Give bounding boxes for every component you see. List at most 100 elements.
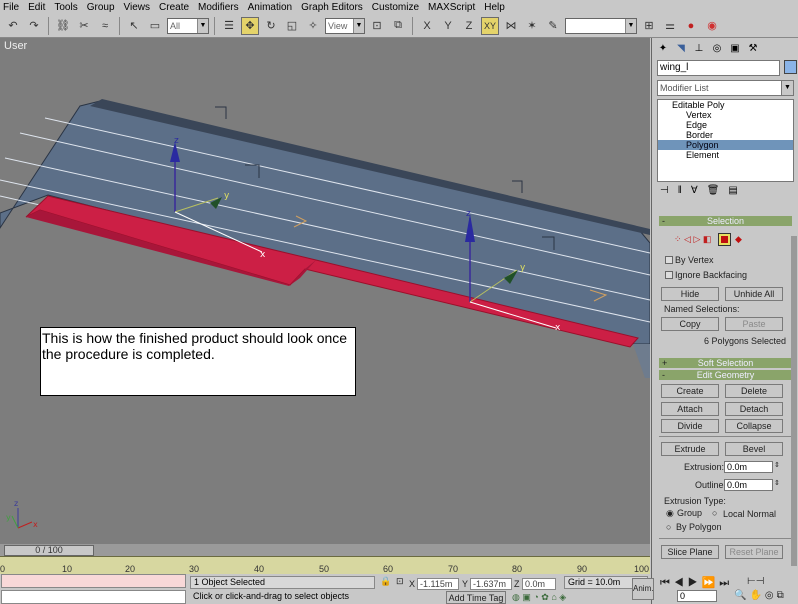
align-icon[interactable]: ⚌ xyxy=(661,17,679,35)
object-name-field[interactable]: wing_l xyxy=(657,60,780,76)
viewport-shading-icons[interactable]: ◍ ▣ ◔ ✿ ⌂ ◈ xyxy=(512,592,566,603)
select-and-rotate-icon[interactable]: ↻ xyxy=(262,17,280,35)
edit-geometry-rollout-header[interactable]: - Edit Geometry xyxy=(659,370,792,380)
configure-sets-icon[interactable]: ▤ xyxy=(728,185,737,196)
outline-spinner[interactable]: 0.0m xyxy=(724,479,773,491)
axis-x-icon[interactable]: X xyxy=(418,17,436,35)
lock-selection-icon[interactable]: 🔒 xyxy=(380,576,391,587)
axis-y-icon[interactable]: Y xyxy=(439,17,457,35)
axis-z-icon[interactable]: Z xyxy=(460,17,478,35)
auto-key-button[interactable]: Anim. xyxy=(632,578,654,600)
select-and-move-icon[interactable]: ✥ xyxy=(241,16,259,35)
hierarchy-tab-icon[interactable]: ⊥ xyxy=(692,41,706,55)
show-end-result-icon[interactable]: ‖ xyxy=(678,185,682,196)
command-panel-scrollbar[interactable] xyxy=(791,236,797,566)
select-and-manipulate-icon[interactable]: ✧ xyxy=(304,17,322,35)
playback-controls[interactable]: ⏮◀▶⏩⏭ xyxy=(660,576,733,590)
key-mode-icon[interactable]: ⊢⊣ xyxy=(747,576,764,587)
menu-views[interactable]: Views xyxy=(124,2,151,13)
stack-item-editable-poly[interactable]: Editable Poly xyxy=(658,100,793,110)
soft-selection-rollout-header[interactable]: + Soft Selection xyxy=(659,358,792,368)
select-by-name-icon[interactable]: ☰ xyxy=(220,17,238,35)
create-tab-icon[interactable]: ✦ xyxy=(656,41,670,55)
create-button[interactable]: Create xyxy=(661,384,719,398)
menu-animation[interactable]: Animation xyxy=(248,2,292,13)
attach-button[interactable]: Attach xyxy=(661,402,719,416)
select-object-icon[interactable]: ↖ xyxy=(125,17,143,35)
remove-modifier-icon[interactable]: 🗑 xyxy=(707,185,720,196)
stack-item-vertex[interactable]: Vertex xyxy=(658,110,793,120)
current-frame-field[interactable]: 0 xyxy=(677,590,717,602)
render-scene-icon[interactable]: ◉ xyxy=(703,17,721,35)
axis-xy-icon[interactable]: XY xyxy=(481,16,499,35)
menu-customize[interactable]: Customize xyxy=(372,2,419,13)
local-normal-radio[interactable]: ○ xyxy=(712,508,717,518)
maxscript-listener-mini[interactable] xyxy=(1,574,186,588)
absolute-mode-icon[interactable]: ⊡ xyxy=(396,576,404,587)
mirror-icon[interactable]: ⧉ xyxy=(389,17,407,35)
display-tab-icon[interactable]: ▣ xyxy=(728,41,742,55)
z-coord-field[interactable]: 0.0m xyxy=(522,578,556,590)
track-ruler[interactable]: 0 10 20 30 40 50 60 70 80 90 100 xyxy=(0,556,650,574)
stack-item-polygon[interactable]: Polygon xyxy=(658,140,793,150)
collapse-button[interactable]: Collapse xyxy=(725,419,783,433)
material-editor-icon[interactable]: ● xyxy=(682,17,700,35)
x-coord-field[interactable]: -1.115m xyxy=(417,578,459,590)
menu-help[interactable]: Help xyxy=(484,2,505,13)
copy-button[interactable]: Copy xyxy=(661,317,719,331)
menu-create[interactable]: Create xyxy=(159,2,189,13)
unhide-all-button[interactable]: Unhide All xyxy=(725,287,783,301)
menu-tools[interactable]: Tools xyxy=(54,2,77,13)
pivot-center-icon[interactable]: ⊡ xyxy=(368,17,386,35)
element-level-icon[interactable]: ◆ xyxy=(735,234,742,245)
stack-item-edge[interactable]: Edge xyxy=(658,120,793,130)
delete-button[interactable]: Delete xyxy=(725,384,783,398)
selection-rollout-header[interactable]: - Selection xyxy=(659,216,792,226)
by-vertex-checkbox[interactable] xyxy=(665,256,673,264)
bevel-button[interactable]: Bevel xyxy=(725,442,783,456)
unlink-icon[interactable]: ✂ xyxy=(75,17,93,35)
snap-icon[interactable]: ⋈ xyxy=(502,17,520,35)
maxscript-input-mini[interactable] xyxy=(1,590,186,604)
stack-item-element[interactable]: Element xyxy=(658,150,793,160)
menu-edit[interactable]: Edit xyxy=(28,2,45,13)
modifier-list-dropdown[interactable]: Modifier List ▼ xyxy=(657,80,794,96)
redo-icon[interactable]: ↷ xyxy=(25,17,43,35)
menu-graph-editors[interactable]: Graph Editors xyxy=(301,2,363,13)
subobject-level-icons[interactable]: ⁘ ◁ ▷ ◧ xyxy=(674,234,711,245)
make-unique-icon[interactable]: ∀ xyxy=(691,185,698,196)
reset-plane-button[interactable]: Reset Plane xyxy=(725,545,783,559)
menu-modifiers[interactable]: Modifiers xyxy=(198,2,239,13)
ignore-backfacing-checkbox[interactable] xyxy=(665,271,673,279)
pin-stack-icon[interactable]: ⊣ xyxy=(660,185,669,196)
selection-region-icon[interactable]: ▭ xyxy=(146,17,164,35)
motion-tab-icon[interactable]: ◎ xyxy=(710,41,724,55)
hide-button[interactable]: Hide xyxy=(661,287,719,301)
polygon-level-icon[interactable] xyxy=(718,233,731,246)
spinner-arrows-icon[interactable]: ⇕ xyxy=(774,461,780,469)
menu-file[interactable]: File xyxy=(3,2,19,13)
select-and-scale-icon[interactable]: ◱ xyxy=(283,17,301,35)
mirror-tool-icon[interactable]: ⊞ xyxy=(640,17,658,35)
group-radio[interactable]: ◉ xyxy=(666,508,674,519)
object-color-swatch[interactable] xyxy=(784,60,797,74)
angle-snap-icon[interactable]: ✶ xyxy=(523,17,541,35)
paste-button[interactable]: Paste xyxy=(725,317,783,331)
viewport-user[interactable]: User z y x z y x z x y This is how the f… xyxy=(0,38,650,544)
detach-button[interactable]: Detach xyxy=(725,402,783,416)
percent-snap-icon[interactable]: ✎ xyxy=(544,17,562,35)
add-time-tag-button[interactable]: Add Time Tag xyxy=(446,591,506,604)
named-selection-dropdown[interactable]: ▼ xyxy=(565,17,637,34)
menu-group[interactable]: Group xyxy=(87,2,115,13)
modify-tab-icon[interactable]: ◥ xyxy=(674,41,688,55)
spinner-arrows-icon[interactable]: ⇕ xyxy=(774,479,780,487)
menu-maxscript[interactable]: MAXScript xyxy=(428,2,475,13)
link-icon[interactable]: ⛓ xyxy=(54,17,72,35)
stack-item-border[interactable]: Border xyxy=(658,130,793,140)
y-coord-field[interactable]: -1.637m xyxy=(470,578,512,590)
reference-coord-dropdown[interactable]: View ▼ xyxy=(325,17,365,34)
divide-button[interactable]: Divide xyxy=(661,419,719,433)
by-polygon-radio[interactable]: ○ xyxy=(666,522,671,532)
slice-plane-button[interactable]: Slice Plane xyxy=(661,545,719,559)
time-slider[interactable]: 0 / 100 xyxy=(4,545,94,556)
